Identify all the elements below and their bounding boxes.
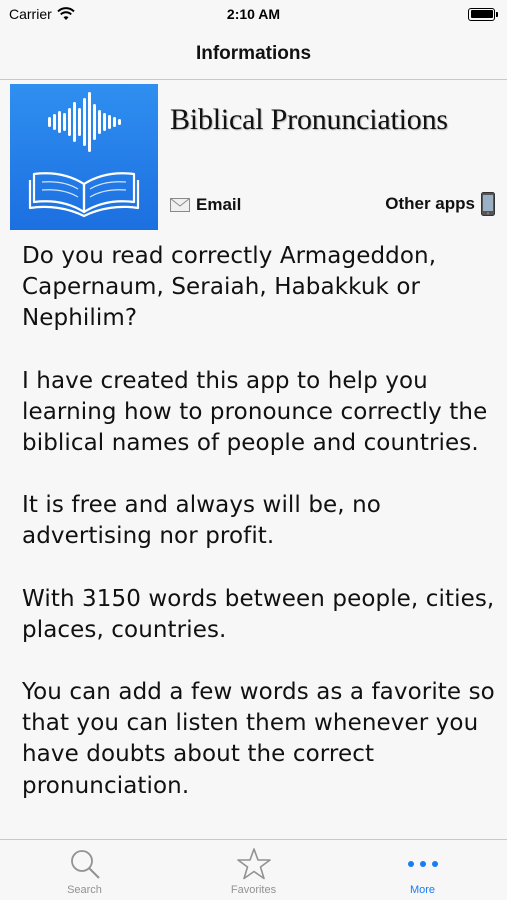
nav-bar: Informations bbox=[0, 28, 507, 80]
tab-label: More bbox=[409, 884, 436, 896]
other-apps-label: Other apps bbox=[385, 194, 475, 213]
email-label: Email bbox=[196, 195, 242, 214]
status-time: 2:10 AM bbox=[226, 6, 281, 22]
status-left: Carrier bbox=[9, 6, 75, 22]
tab-favorites[interactable]: Favorites bbox=[169, 840, 338, 900]
email-button[interactable]: Email bbox=[170, 195, 241, 215]
tab-bar: Search Favorites More bbox=[0, 839, 507, 900]
nav-title: Informations bbox=[195, 42, 312, 64]
status-bar: Carrier 2:10 AM bbox=[0, 0, 507, 28]
phone-icon bbox=[481, 192, 495, 216]
search-icon bbox=[68, 847, 102, 881]
carrier-label: Carrier bbox=[9, 6, 52, 22]
other-apps-button[interactable]: Other apps bbox=[385, 192, 495, 216]
more-icon bbox=[406, 847, 440, 881]
description: Do you read correctly Armageddon, Capern… bbox=[22, 241, 497, 833]
description-paragraph: With 3150 words between people, cities, … bbox=[22, 585, 495, 643]
content-scroll[interactable]: Biblical Pronunciations Email Other apps… bbox=[0, 81, 507, 839]
tab-search[interactable]: Search bbox=[0, 840, 169, 900]
star-icon bbox=[236, 847, 271, 881]
app-icon bbox=[10, 84, 158, 230]
description-paragraph: I have created this app to help you lear… bbox=[22, 367, 488, 457]
wifi-icon bbox=[57, 7, 75, 20]
description-paragraph: You can add a few words as a favorite so… bbox=[22, 679, 495, 799]
description-paragraph: Do you read correctly Armageddon, Capern… bbox=[22, 243, 437, 332]
tab-label: Search bbox=[67, 884, 102, 896]
tab-label: Favorites bbox=[230, 884, 277, 896]
battery-icon bbox=[468, 7, 498, 21]
description-paragraph: It is free and always will be, no advert… bbox=[22, 492, 381, 550]
tab-more[interactable]: More bbox=[338, 840, 507, 900]
app-header: Biblical Pronunciations Email Other apps bbox=[0, 81, 507, 231]
mail-icon bbox=[170, 198, 190, 212]
screen: Carrier 2:10 AM Informations Biblical Pr… bbox=[0, 0, 507, 900]
app-title: Biblical Pronunciations bbox=[170, 103, 448, 136]
